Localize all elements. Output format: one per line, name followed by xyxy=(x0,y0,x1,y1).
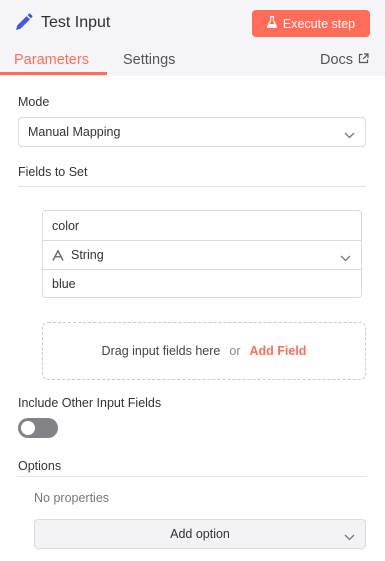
text-type-icon xyxy=(52,249,64,261)
include-other-fields-label: Include Other Input Fields xyxy=(18,396,162,410)
options-divider xyxy=(18,476,366,477)
execute-step-button[interactable]: Execute step xyxy=(252,10,370,37)
chevron-down-icon xyxy=(340,251,351,265)
fields-to-set-label: Fields to Set xyxy=(18,165,88,179)
chevron-down-icon xyxy=(344,530,355,544)
flask-icon xyxy=(266,15,277,31)
field-drop-zone[interactable]: Drag input fields here or Add Field xyxy=(42,322,366,380)
tab-docs[interactable]: Docs xyxy=(320,52,369,68)
toggle-knob xyxy=(21,421,35,435)
field-type-value: String xyxy=(71,248,104,262)
options-label: Options xyxy=(18,459,62,473)
or-text: or xyxy=(229,344,241,358)
drop-zone-text: Drag input fields here xyxy=(101,344,221,358)
chevron-down-icon xyxy=(344,128,355,142)
add-field-button[interactable]: Add Field xyxy=(250,344,307,358)
field-type-select[interactable]: String xyxy=(43,240,361,269)
field-value-text: blue xyxy=(52,277,76,291)
fields-divider xyxy=(18,186,366,187)
mode-select-value: Manual Mapping xyxy=(28,125,121,139)
tab-settings[interactable]: Settings xyxy=(123,52,175,68)
include-other-fields-toggle[interactable] xyxy=(18,418,58,438)
field-name-value: color xyxy=(52,218,80,233)
docs-label: Docs xyxy=(320,52,354,68)
node-header: Test Input Execute step Parameters Setti… xyxy=(0,0,385,76)
title-row: Test Input xyxy=(13,11,110,35)
pencil-icon xyxy=(13,13,33,33)
add-option-label: Add option xyxy=(170,527,230,541)
no-properties-text: No properties xyxy=(34,491,110,505)
mode-select[interactable]: Manual Mapping xyxy=(18,117,366,147)
active-tab-indicator xyxy=(0,72,107,75)
add-option-select[interactable]: Add option xyxy=(34,519,366,549)
tab-parameters[interactable]: Parameters xyxy=(14,52,89,68)
node-title[interactable]: Test Input xyxy=(41,14,110,32)
field-value-input[interactable]: blue xyxy=(43,269,361,298)
execute-step-label: Execute step xyxy=(282,16,356,31)
field-name-input[interactable]: color xyxy=(43,211,361,240)
external-link-icon xyxy=(358,52,369,68)
field-assignment: color String blue xyxy=(42,210,362,298)
mode-label: Mode xyxy=(18,95,50,109)
